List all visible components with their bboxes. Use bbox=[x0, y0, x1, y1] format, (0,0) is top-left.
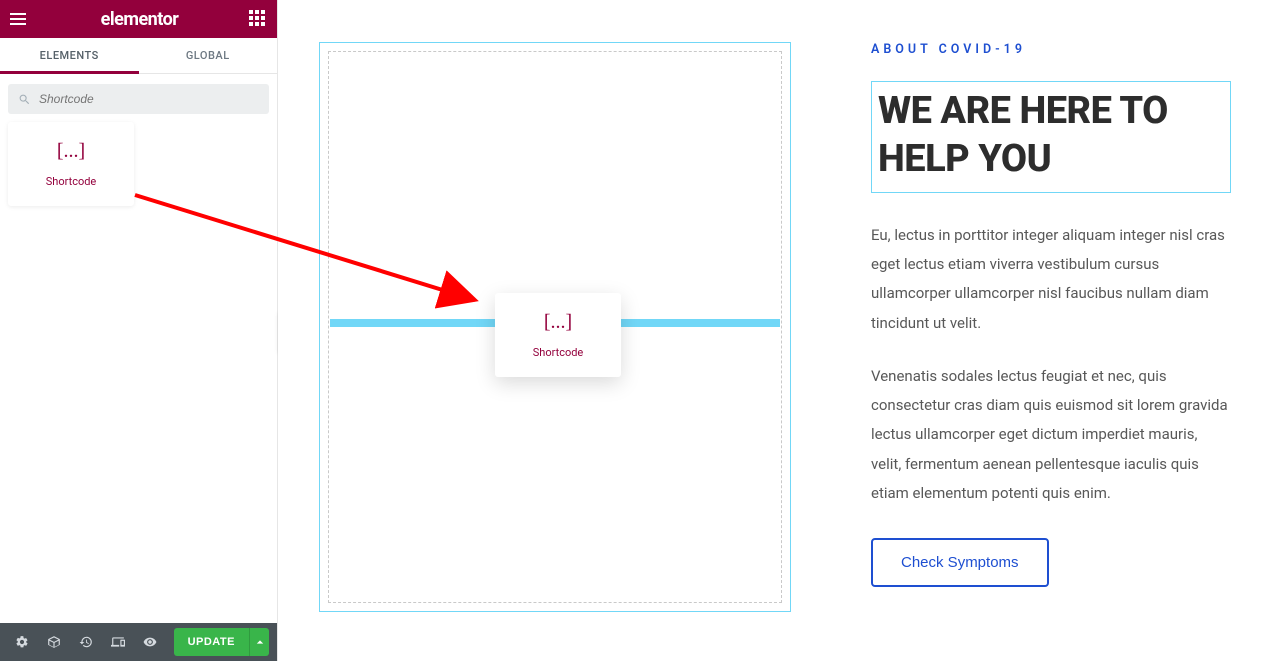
app-logo: elementor bbox=[101, 9, 179, 30]
update-button-group: UPDATE bbox=[174, 628, 269, 656]
sidebar-footer: UPDATE bbox=[0, 623, 277, 661]
update-button[interactable]: UPDATE bbox=[174, 628, 249, 656]
menu-icon[interactable] bbox=[10, 9, 30, 29]
search-container bbox=[0, 74, 277, 122]
widgets-grid-icon[interactable] bbox=[249, 10, 267, 28]
paragraph-2: Venenatis sodales lectus feugiat et nec,… bbox=[871, 362, 1231, 508]
sidebar-tabs: ELEMENTS GLOBAL bbox=[0, 38, 277, 74]
update-options-caret[interactable] bbox=[249, 628, 269, 656]
page-headline: WE ARE HERE TO HELP YOU bbox=[878, 88, 1224, 184]
dragging-widget-shortcode[interactable]: [...] Shortcode bbox=[495, 293, 621, 377]
shortcode-icon: [...] bbox=[57, 140, 85, 163]
decorative-flowers bbox=[1176, 611, 1276, 661]
editor-canvas: ABOUT COVID-19 WE ARE HERE TO HELP YOU E… bbox=[278, 0, 1276, 661]
widget-label: Shortcode bbox=[533, 346, 584, 359]
elementor-sidebar: elementor ELEMENTS GLOBAL [...] Shortcod… bbox=[0, 0, 278, 661]
search-input[interactable] bbox=[39, 92, 259, 106]
history-icon[interactable] bbox=[72, 628, 100, 656]
responsive-icon[interactable] bbox=[104, 628, 132, 656]
settings-icon[interactable] bbox=[8, 628, 36, 656]
tab-elements[interactable]: ELEMENTS bbox=[0, 38, 139, 73]
search-icon bbox=[18, 93, 31, 106]
preview-icon[interactable] bbox=[136, 628, 164, 656]
paragraph-1: Eu, lectus in porttitor integer aliquam … bbox=[871, 221, 1231, 338]
headline-selected[interactable]: WE ARE HERE TO HELP YOU bbox=[871, 81, 1231, 193]
sidebar-header: elementor bbox=[0, 0, 277, 38]
shortcode-icon: [...] bbox=[544, 311, 572, 334]
widget-label: Shortcode bbox=[46, 175, 97, 188]
section-eyebrow: ABOUT COVID-19 bbox=[871, 42, 1231, 57]
widget-shortcode[interactable]: [...] Shortcode bbox=[8, 122, 134, 206]
cta-button[interactable]: Check Symptoms bbox=[871, 538, 1049, 587]
page-content: ABOUT COVID-19 WE ARE HERE TO HELP YOU E… bbox=[871, 42, 1231, 587]
search-box[interactable] bbox=[8, 84, 269, 114]
navigator-icon[interactable] bbox=[40, 628, 68, 656]
widgets-list: [...] Shortcode bbox=[0, 122, 277, 623]
tab-global[interactable]: GLOBAL bbox=[139, 38, 278, 73]
